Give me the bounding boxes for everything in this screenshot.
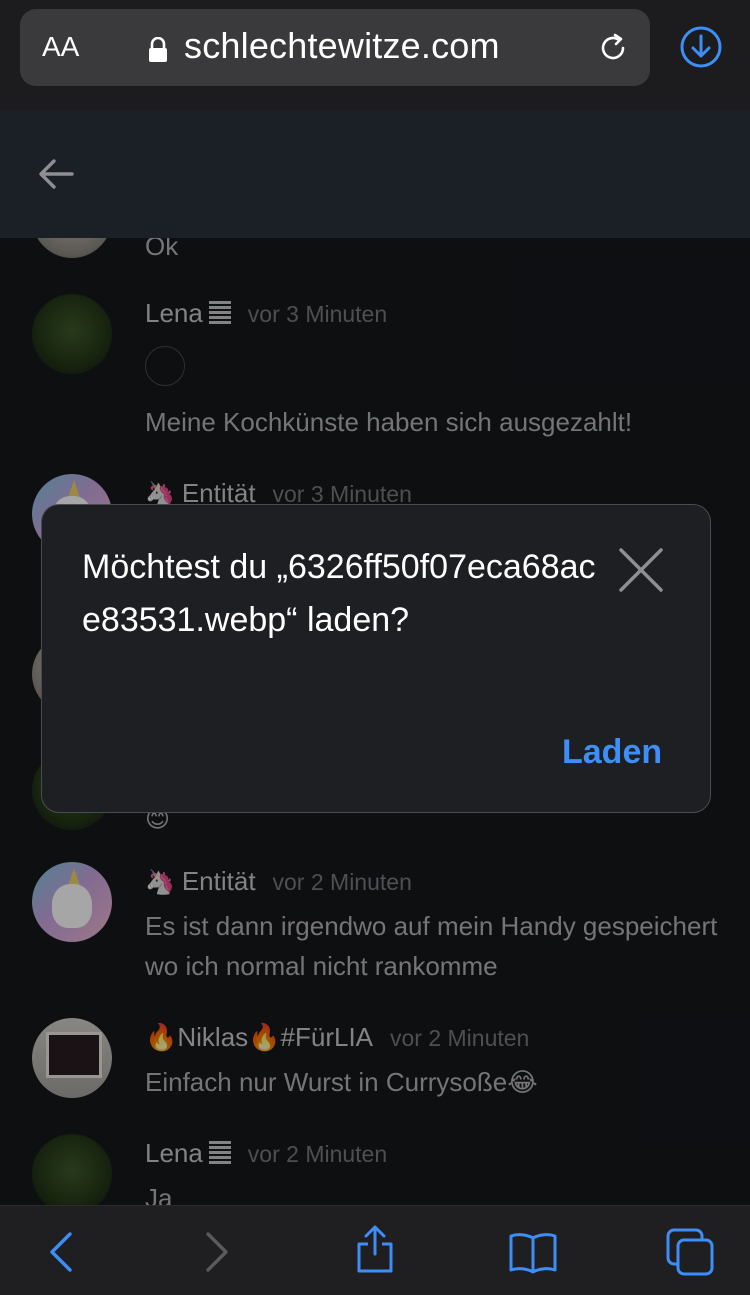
load-button[interactable]: Laden	[562, 733, 662, 772]
download-icon[interactable]	[680, 26, 722, 68]
tabs-icon[interactable]	[664, 1226, 716, 1276]
forward-icon[interactable]	[202, 1230, 232, 1274]
share-icon[interactable]	[354, 1224, 396, 1274]
browser-toolbar	[0, 1205, 750, 1295]
lock-icon	[149, 37, 167, 62]
back-icon[interactable]	[46, 1230, 76, 1274]
bookmarks-icon[interactable]	[508, 1230, 558, 1274]
url-domain: schlechtewitze.com	[184, 25, 500, 66]
download-dialog: Möchtest du „6326ff50f07eca68ace83531.we…	[41, 504, 711, 813]
back-arrow-icon[interactable]	[38, 158, 74, 190]
address-bar[interactable]: AA schlechtewitze.com	[20, 9, 650, 86]
close-icon[interactable]	[618, 547, 664, 593]
browser-top-bar: AA schlechtewitze.com	[0, 0, 750, 110]
reload-icon[interactable]	[596, 31, 630, 65]
app-header	[0, 110, 750, 238]
text-size-button[interactable]: AA	[42, 31, 79, 63]
dialog-title: Möchtest du „6326ff50f07eca68ace83531.we…	[82, 548, 596, 639]
